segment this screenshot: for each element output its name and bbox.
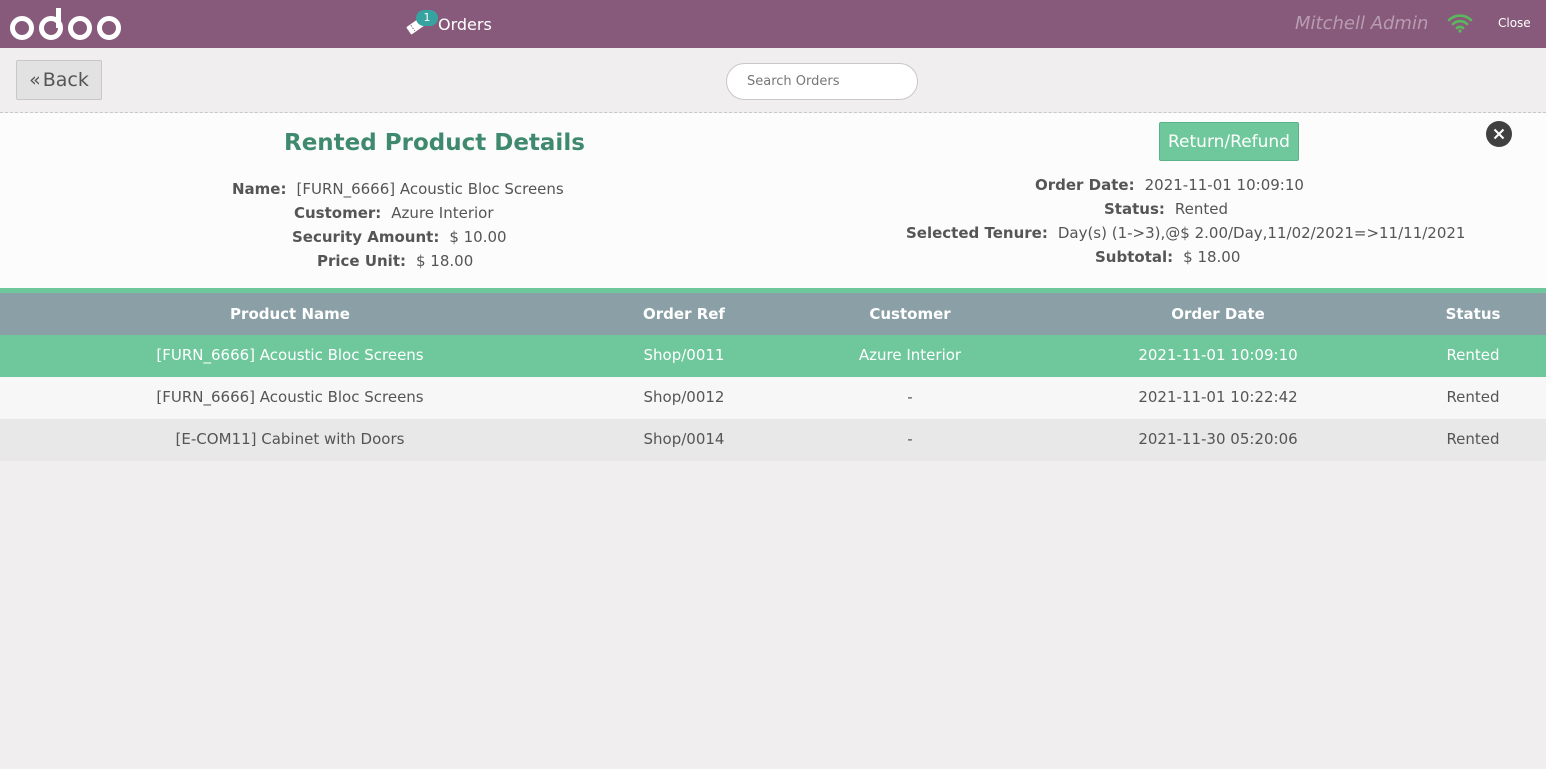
detail-value: $ 18.00 [416,252,474,270]
details-title: Rented Product Details [284,130,585,156]
detail-value: Rented [1174,200,1228,218]
cell-product-name: [FURN_6666] Acoustic Bloc Screens [156,388,424,406]
orders-count-badge: 1 [416,10,438,26]
detail-label: Customer: [294,204,382,222]
detail-subtotal: Subtotal: $ 18.00 [1095,248,1240,266]
cell-status: Rented [1446,346,1500,364]
orders-nav-button[interactable]: 1 Orders [404,10,492,38]
cell-status: Rented [1446,388,1500,406]
return-refund-button[interactable]: Return/Refund [1159,122,1299,161]
detail-security-amount: Security Amount: $ 10.00 [292,228,507,246]
cell-order-ref: Shop/0014 [643,430,725,448]
cell-customer: - [907,430,913,448]
detail-selected-tenure: Selected Tenure: Day(s) (1->3),@$ 2.00/Da… [906,224,1465,242]
close-pos-button[interactable]: Close [1498,16,1531,30]
detail-value: Azure Interior [391,204,494,222]
table-row[interactable]: [FURN_6666] Acoustic Bloc Screens Shop/0… [0,335,1546,377]
detail-label: Name: [232,180,287,198]
detail-value: [FURN_6666] Acoustic Bloc Screens [296,180,564,198]
wifi-icon [1447,14,1473,33]
detail-status: Status: Rented [1104,200,1228,218]
table-row[interactable]: [E-COM11] Cabinet with Doors Shop/0014 -… [0,419,1546,461]
column-header-order-ref: Order Ref [643,305,725,323]
cell-order-date: 2021-11-01 10:22:42 [1138,388,1298,406]
cell-order-ref: Shop/0011 [643,346,725,364]
detail-label: Subtotal: [1095,248,1174,266]
detail-customer: Customer: Azure Interior [294,204,494,222]
column-header-status: Status [1445,305,1501,323]
cell-order-date: 2021-11-30 05:20:06 [1138,430,1298,448]
rented-product-details-panel: Rented Product Details Name: [FURN_6666] … [0,113,1546,288]
top-bar: 1 Orders Mitchell Admin Close [0,0,1546,48]
detail-value: $ 18.00 [1183,248,1241,266]
odoo-logo [10,8,121,40]
detail-value: Day(s) (1->3),@$ 2.00/Day,11/02/2021=>11… [1057,224,1466,242]
table-header: Product Name Order Ref Customer Order Da… [0,288,1546,335]
detail-order-date: Order Date: 2021-11-01 10:09:10 [1035,176,1304,194]
detail-value: $ 10.00 [449,228,507,246]
column-header-product-name: Product Name [230,305,350,323]
cell-customer: - [907,388,913,406]
cell-status: Rented [1446,430,1500,448]
close-details-button[interactable] [1486,121,1512,147]
cell-product-name: [FURN_6666] Acoustic Bloc Screens [156,346,424,364]
table-row[interactable]: [FURN_6666] Acoustic Bloc Screens Shop/0… [0,377,1546,419]
detail-label: Status: [1104,200,1165,218]
cell-order-date: 2021-11-01 10:09:10 [1138,346,1298,364]
orders-nav-label: Orders [438,14,492,34]
detail-label: Security Amount: [292,228,440,246]
control-bar: « Back [0,48,1546,113]
search-orders-input[interactable] [726,63,918,100]
user-name: Mitchell Admin [1295,13,1429,34]
detail-label: Price Unit: [317,252,406,270]
detail-value: 2021-11-01 10:09:10 [1144,176,1304,194]
detail-label: Selected Tenure: [906,224,1048,242]
detail-price-unit: Price Unit: $ 18.00 [317,252,473,270]
back-button[interactable]: « Back [16,60,102,100]
cell-product-name: [E-COM11] Cabinet with Doors [175,430,405,448]
back-button-label: Back [42,69,89,91]
column-header-order-date: Order Date [1171,305,1265,323]
close-icon [1493,128,1505,140]
detail-label: Order Date: [1035,176,1135,194]
ticket-icon: 1 [404,10,438,37]
column-header-customer: Customer [869,305,951,323]
cell-customer: Azure Interior [858,346,962,364]
orders-table: Product Name Order Ref Customer Order Da… [0,288,1546,461]
double-chevron-left-icon: « [29,69,41,91]
cell-order-ref: Shop/0012 [643,388,725,406]
detail-name: Name: [FURN_6666] Acoustic Bloc Screens [232,180,564,198]
